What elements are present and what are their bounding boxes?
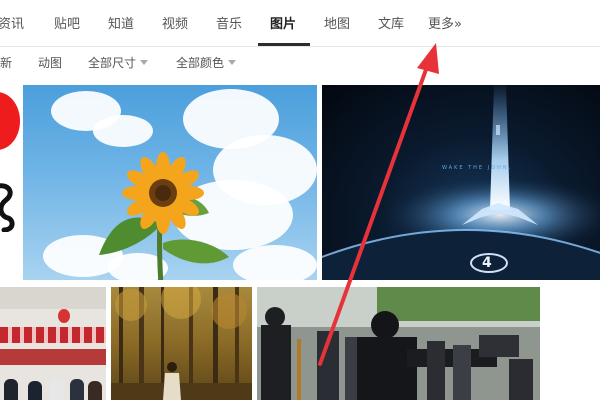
dropdown-caret-icon: [228, 60, 237, 65]
tab-video[interactable]: 视频: [162, 17, 188, 33]
stage-backdrop: [0, 349, 106, 365]
forest-scene: [111, 287, 252, 400]
sunflower-image-thumbnail[interactable]: [23, 85, 317, 280]
tab-map[interactable]: 地图: [324, 17, 350, 33]
filter-size-dropdown[interactable]: 全部尺寸: [88, 56, 149, 70]
space-caption: WAKE THE JOHN.: [442, 165, 513, 171]
tab-music[interactable]: 音乐: [216, 17, 242, 33]
space-game-image-thumbnail[interactable]: WAKE THE JOHN. 4: [322, 85, 600, 280]
space-scene: [322, 85, 600, 280]
tab-zhidao[interactable]: 知道: [108, 17, 134, 33]
person-figure: [28, 381, 42, 400]
person-figure: [50, 377, 64, 400]
balloon: [58, 309, 70, 323]
image-filter-bar: 最新 动图 全部尺寸 全部颜色: [0, 48, 600, 80]
person-figure: [88, 381, 102, 400]
active-tab-indicator: [258, 43, 310, 46]
tab-wenku[interactable]: 文库: [378, 17, 404, 33]
tab-tieba[interactable]: 贴吧: [54, 17, 80, 33]
crowd-scene: [257, 287, 540, 400]
red-decor-banner: [0, 327, 106, 343]
street-crowd-image-thumbnail[interactable]: [257, 287, 540, 400]
tab-news[interactable]: 资讯: [0, 17, 24, 33]
vertical-search-tabs: 资讯 贴吧 知道 视频 音乐 图片 地图 文库 更多»: [0, 0, 600, 47]
dropdown-caret-icon: [140, 60, 149, 65]
sunflower-illustration: [99, 152, 229, 280]
ceiling-area: [0, 287, 106, 309]
classroom-image-thumbnail[interactable]: [0, 287, 106, 400]
filter-animated[interactable]: 动图: [38, 56, 62, 70]
filter-size-label: 全部尺寸: [88, 56, 137, 70]
filter-color-dropdown[interactable]: 全部颜色: [176, 56, 237, 70]
tab-more[interactable]: 更多»: [428, 17, 462, 33]
person-figure: [70, 379, 84, 400]
autumn-forest-image-thumbnail[interactable]: [111, 287, 252, 400]
filter-color-label: 全部颜色: [176, 56, 225, 70]
logo-glyph: [0, 183, 15, 232]
tab-images[interactable]: 图片: [270, 17, 296, 33]
logo-thumbnail[interactable]: [0, 92, 20, 150]
person-figure: [4, 379, 18, 400]
filter-latest[interactable]: 最新: [0, 56, 12, 70]
halo-logo-text: 4: [482, 255, 492, 271]
